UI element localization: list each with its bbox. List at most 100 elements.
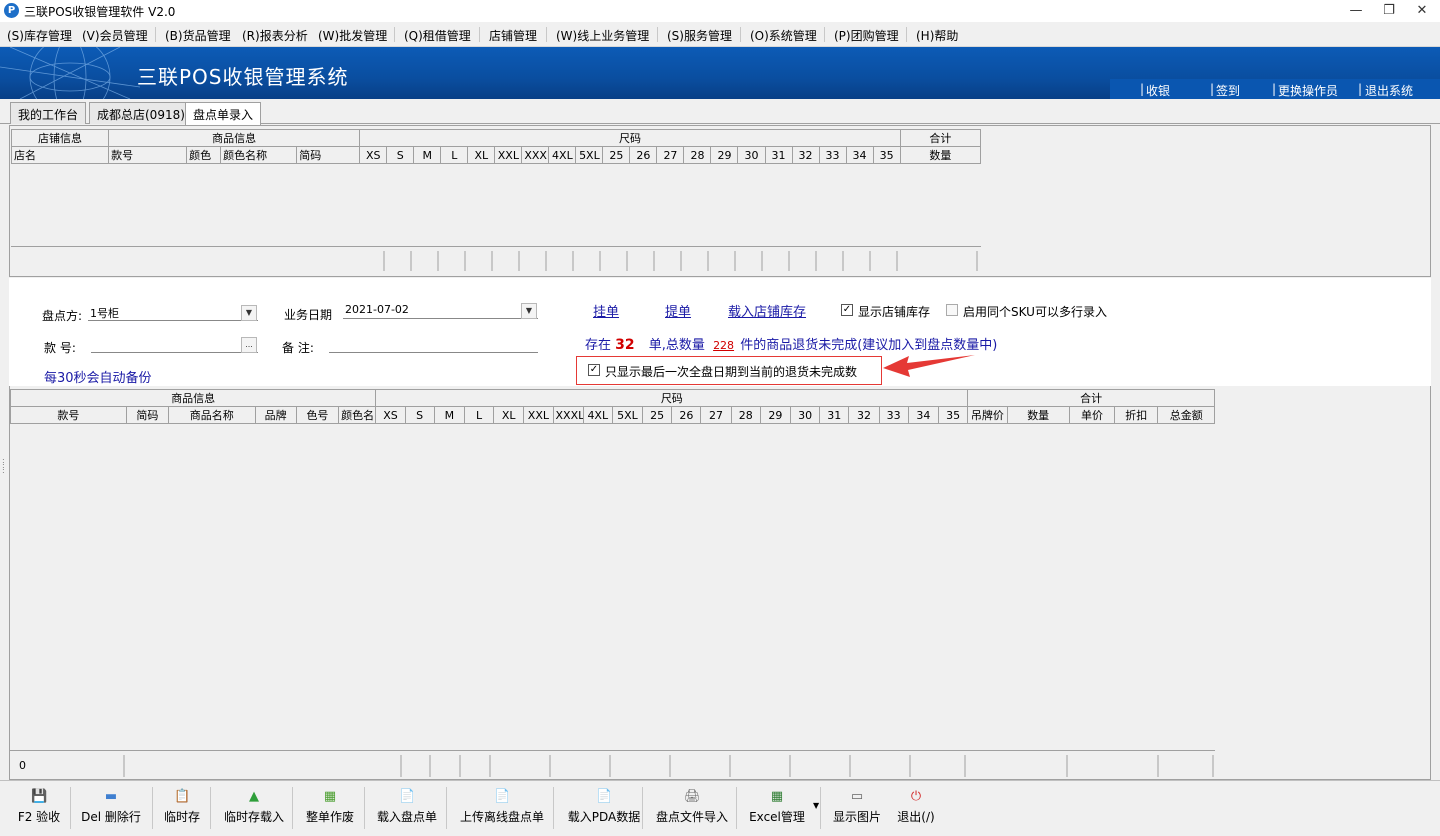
toolbar-button-8[interactable]: 🖨 盘点文件导入: [650, 785, 734, 833]
detail-col-21[interactable]: 31: [819, 406, 850, 424]
menu-rental[interactable]: (Q)租借管理: [404, 27, 471, 44]
toolbar-button-6[interactable]: 📄 上传离线盘点单: [453, 785, 551, 833]
party-dropdown-icon[interactable]: ▼: [241, 305, 257, 321]
toolbar-button-9[interactable]: ▦ Excel管理: [742, 785, 812, 833]
detail-col-5[interactable]: 颜色名: [338, 406, 377, 424]
detail-col-2[interactable]: 商品名称: [168, 406, 256, 424]
toolbar-button-4[interactable]: ▦ 整单作废: [300, 785, 360, 833]
detail-col-15[interactable]: 25: [642, 406, 673, 424]
menu-store[interactable]: 店铺管理: [489, 27, 537, 44]
tab-stocktake-entry[interactable]: 盘点单录入: [185, 102, 262, 125]
detail-col-1[interactable]: 简码: [125, 406, 170, 424]
top-col-25[interactable]: 数量: [899, 146, 982, 164]
top-col-1[interactable]: 款号: [108, 146, 188, 164]
detail-col-6[interactable]: XS: [375, 406, 406, 424]
date-dropdown-icon[interactable]: ▼: [521, 303, 537, 319]
detail-col-20[interactable]: 30: [789, 406, 821, 424]
menu-reports[interactable]: (R)报表分析: [242, 27, 308, 44]
top-col-24[interactable]: 35: [872, 146, 901, 164]
style-lookup-button[interactable]: ...: [241, 337, 257, 353]
top-col-11[interactable]: XXXL: [521, 146, 550, 164]
detail-col-25[interactable]: 35: [937, 406, 969, 424]
menu-help[interactable]: (H)帮助: [916, 27, 958, 44]
top-col-20[interactable]: 31: [764, 146, 793, 164]
excel-dropdown-chevron-icon[interactable]: ▼: [813, 801, 819, 810]
menu-online[interactable]: (W)线上业务管理: [556, 27, 649, 44]
exit-system-link[interactable]: 退出系统: [1365, 82, 1413, 99]
toolbar-button-7[interactable]: 📄 载入PDA数据: [560, 785, 648, 833]
top-col-6[interactable]: S: [386, 146, 415, 164]
top-col-14[interactable]: 25: [602, 146, 631, 164]
cashier-link[interactable]: 收银: [1146, 82, 1170, 99]
top-col-15[interactable]: 26: [629, 146, 658, 164]
detail-col-7[interactable]: S: [404, 406, 435, 424]
detail-col-4[interactable]: 色号: [295, 406, 340, 424]
menu-goods[interactable]: (B)货品管理: [165, 27, 231, 44]
detail-col-0[interactable]: 款号: [10, 406, 127, 424]
party-select[interactable]: 1号柜: [88, 303, 258, 321]
detail-col-26[interactable]: 吊牌价: [967, 406, 1008, 424]
top-col-16[interactable]: 27: [656, 146, 685, 164]
top-col-2[interactable]: 颜色: [186, 146, 222, 164]
tab-workbench[interactable]: 我的工作台: [10, 102, 87, 124]
detail-col-16[interactable]: 26: [671, 406, 702, 424]
top-col-18[interactable]: 29: [710, 146, 739, 164]
top-col-12[interactable]: 4XL: [548, 146, 577, 164]
detail-col-19[interactable]: 29: [759, 406, 792, 424]
detail-col-28[interactable]: 单价: [1068, 406, 1116, 424]
top-col-17[interactable]: 28: [683, 146, 712, 164]
detail-col-24[interactable]: 34: [907, 406, 939, 424]
top-col-4[interactable]: 简码: [296, 146, 361, 164]
detail-col-11[interactable]: XXL: [523, 406, 554, 424]
top-col-5[interactable]: XS: [359, 146, 388, 164]
toolbar-button-2[interactable]: 📋 临时存: [158, 785, 206, 833]
splitter-handle[interactable]: :::: [2, 457, 5, 476]
menu-system[interactable]: (O)系统管理: [750, 27, 817, 44]
hold-order-link[interactable]: 挂单: [593, 301, 619, 320]
top-col-19[interactable]: 30: [737, 146, 766, 164]
minimize-icon[interactable]: —: [1344, 2, 1368, 20]
only-last-stocktake-checkbox[interactable]: ✓: [588, 364, 600, 376]
top-col-8[interactable]: L: [440, 146, 469, 164]
detail-col-18[interactable]: 28: [730, 406, 761, 424]
top-col-23[interactable]: 34: [845, 146, 874, 164]
detail-col-3[interactable]: 品牌: [254, 406, 297, 424]
toolbar-button-1[interactable]: ▬ Del 删除行: [76, 785, 146, 833]
toolbar-button-5[interactable]: 📄 载入盘点单: [372, 785, 442, 833]
top-col-7[interactable]: M: [413, 146, 442, 164]
pending-qty-link[interactable]: 228: [713, 339, 734, 352]
retrieve-order-link[interactable]: 提单: [665, 301, 691, 320]
menu-service[interactable]: (S)服务管理: [667, 27, 732, 44]
menu-wholesale[interactable]: (W)批发管理: [318, 27, 387, 44]
top-col-21[interactable]: 32: [791, 146, 820, 164]
detail-col-30[interactable]: 总金额: [1157, 406, 1215, 424]
top-col-9[interactable]: XL: [467, 146, 496, 164]
detail-col-22[interactable]: 32: [848, 406, 880, 424]
top-col-13[interactable]: 5XL: [575, 146, 604, 164]
menu-group-buy[interactable]: (P)团购管理: [834, 27, 899, 44]
restore-icon[interactable]: ❐: [1377, 2, 1401, 20]
toolbar-button-11[interactable]: ⏻ 退出(/): [892, 785, 940, 833]
toolbar-button-0[interactable]: 💾 F2 验收: [10, 785, 68, 833]
style-input[interactable]: [91, 335, 258, 353]
sign-in-link[interactable]: 签到: [1216, 82, 1240, 99]
tab-chengdu-store[interactable]: 成都总店(0918): [89, 102, 193, 124]
note-input[interactable]: [329, 335, 538, 353]
toolbar-button-10[interactable]: ▭ 显示图片: [826, 785, 888, 833]
detail-col-13[interactable]: 4XL: [582, 406, 613, 424]
date-picker[interactable]: 2021-07-02: [343, 301, 538, 319]
toolbar-button-3[interactable]: ▲ 临时存载入: [218, 785, 290, 833]
top-col-22[interactable]: 33: [818, 146, 847, 164]
close-icon[interactable]: ✕: [1410, 2, 1434, 20]
detail-col-8[interactable]: M: [433, 406, 465, 424]
detail-col-14[interactable]: 5XL: [611, 406, 644, 424]
show-stock-checkbox[interactable]: ✓: [841, 304, 853, 316]
detail-col-27[interactable]: 数量: [1006, 406, 1070, 424]
detail-col-23[interactable]: 33: [878, 406, 909, 424]
top-col-3[interactable]: 颜色名称: [220, 146, 298, 164]
detail-col-9[interactable]: L: [463, 406, 495, 424]
detail-col-10[interactable]: XL: [493, 406, 525, 424]
change-operator-link[interactable]: 更换操作员: [1278, 82, 1338, 99]
detail-col-12[interactable]: XXXL: [552, 406, 584, 424]
load-store-stock-link[interactable]: 载入店铺库存: [728, 301, 806, 320]
